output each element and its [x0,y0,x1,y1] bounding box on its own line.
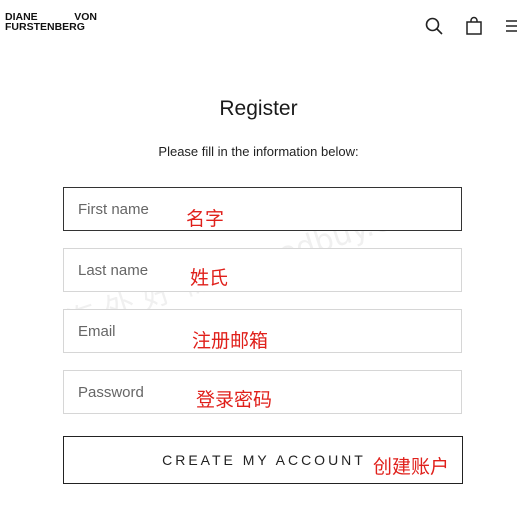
last-name-annotation: 姓氏 [190,267,229,289]
logo-word-furstenberg: FURSTENBERG [5,21,85,33]
first-name-annotation: 名字 [186,208,225,230]
brand-logo[interactable]: DIANE VON FURSTENBERG [5,12,97,33]
first-name-placeholder: First name [78,201,149,218]
first-name-field[interactable]: First name [63,187,462,231]
password-placeholder: Password [78,384,144,401]
last-name-placeholder: Last name [78,262,149,279]
form-subtitle: Please fill in the information below: [158,144,359,159]
email-annotation: 注册邮箱 [192,330,269,352]
email-placeholder: Email [78,323,116,340]
shopping-bag-icon[interactable] [464,16,484,36]
create-account-annotation: 创建账户 [373,456,450,478]
search-icon[interactable] [424,16,444,36]
page-title: Register [219,97,298,120]
site-header: DIANE VON FURSTENBERG [0,0,517,60]
last-name-field[interactable]: Last name [63,248,462,292]
password-annotation: 登录密码 [196,389,273,411]
menu-icon[interactable] [504,16,517,36]
